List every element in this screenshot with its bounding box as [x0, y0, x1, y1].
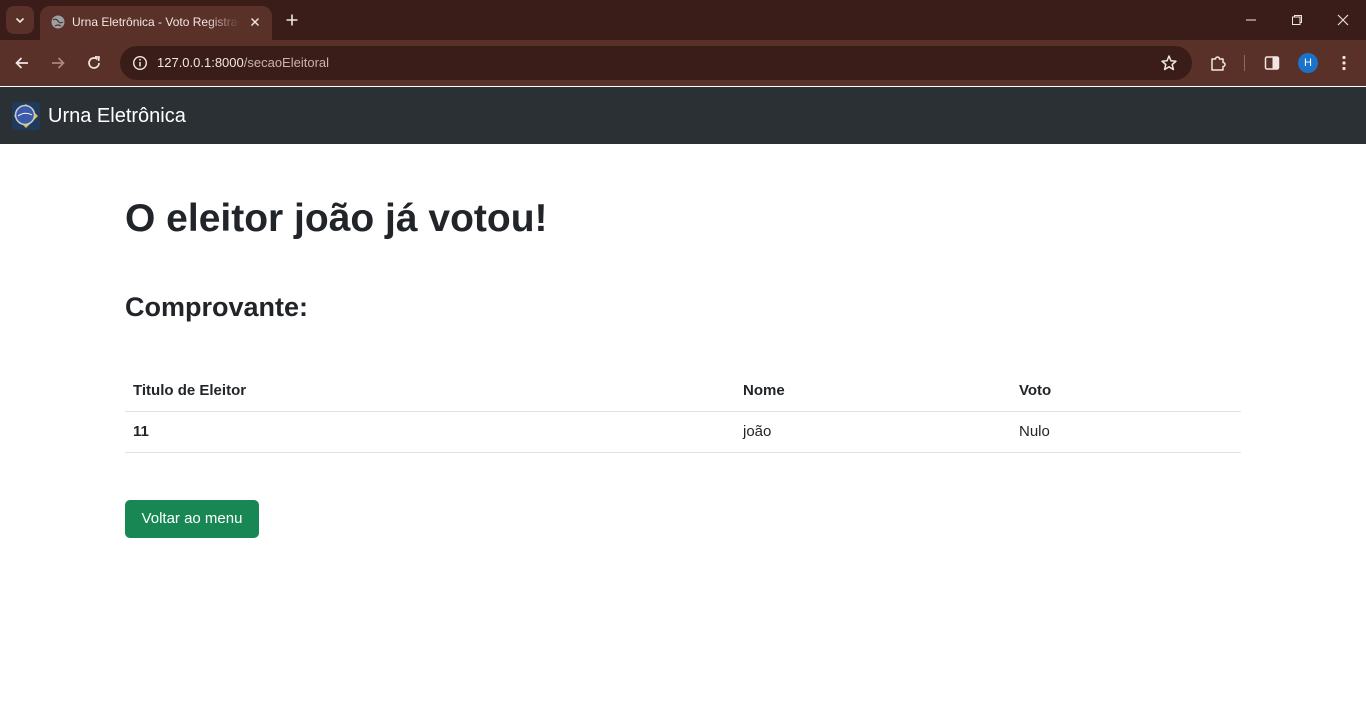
forward-button[interactable] — [43, 48, 73, 78]
browser-menu-button[interactable] — [1329, 48, 1359, 78]
receipt-table: Titulo de Eleitor Nome Voto 11 joão Nulo — [125, 370, 1241, 453]
extensions-button[interactable] — [1203, 48, 1233, 78]
site-info-button[interactable] — [128, 51, 152, 75]
side-panel-icon — [1264, 56, 1280, 70]
brand-title[interactable]: Urna Eletrônica — [48, 104, 186, 128]
browser-tab-strip: Urna Eletrônica - Voto Registrado — [0, 0, 1366, 40]
browser-tab-active[interactable]: Urna Eletrônica - Voto Registrado — [40, 6, 272, 40]
back-to-menu-button[interactable]: Voltar ao menu — [125, 500, 259, 538]
reload-button[interactable] — [79, 48, 109, 78]
chevron-down-icon — [15, 17, 25, 24]
side-panel-button[interactable] — [1257, 48, 1287, 78]
profile-avatar[interactable]: H — [1298, 53, 1318, 73]
close-icon — [251, 18, 259, 26]
minimize-window-button[interactable] — [1228, 0, 1274, 40]
table-row: 11 joão Nulo — [125, 411, 1241, 453]
cell-titulo: 11 — [125, 411, 735, 453]
url-host: 127.0.0.1:8000 — [157, 55, 244, 70]
new-tab-button[interactable] — [280, 8, 304, 32]
column-header-titulo: Titulo de Eleitor — [125, 370, 735, 412]
tab-title: Urna Eletrônica - Voto Registrado — [72, 15, 240, 29]
globe-icon — [51, 15, 65, 29]
back-button[interactable] — [7, 48, 37, 78]
arrow-left-icon — [15, 57, 28, 69]
minimize-icon — [1246, 19, 1256, 21]
info-icon — [132, 55, 148, 71]
plus-icon — [286, 14, 298, 26]
urna-logo-icon[interactable] — [12, 102, 40, 130]
url-path: /secaoEleitoral — [243, 55, 330, 70]
close-icon — [1337, 14, 1349, 26]
arrow-right-icon — [52, 57, 65, 69]
site-navbar: Urna Eletrônica — [0, 87, 1366, 144]
restore-window-button[interactable] — [1274, 0, 1320, 40]
reload-icon — [88, 55, 100, 69]
star-icon — [1161, 55, 1177, 71]
column-header-nome: Nome — [735, 370, 1011, 412]
close-window-button[interactable] — [1320, 0, 1366, 40]
browser-toolbar: 127.0.0.1:8000/secaoEleitoral H — [0, 40, 1366, 86]
restore-icon — [1292, 15, 1302, 25]
bookmark-button[interactable] — [1158, 52, 1180, 74]
receipt-heading: Comprovante: — [125, 292, 309, 322]
tab-search-button[interactable] — [6, 6, 34, 34]
cell-voto: Nulo — [1011, 411, 1241, 453]
address-bar[interactable]: 127.0.0.1:8000/secaoEleitoral — [120, 46, 1192, 80]
toolbar-divider — [1244, 55, 1245, 71]
column-header-voto: Voto — [1011, 370, 1241, 412]
page-title: O eleitor joão já votou! — [125, 197, 548, 240]
puzzle-icon — [1211, 56, 1226, 71]
table-header-row: Titulo de Eleitor Nome Voto — [125, 370, 1241, 412]
kebab-menu-icon — [1342, 55, 1346, 71]
cell-nome: joão — [735, 411, 1011, 453]
tab-close-button[interactable] — [246, 13, 264, 31]
url-text[interactable]: 127.0.0.1:8000/secaoEleitoral — [157, 55, 329, 71]
